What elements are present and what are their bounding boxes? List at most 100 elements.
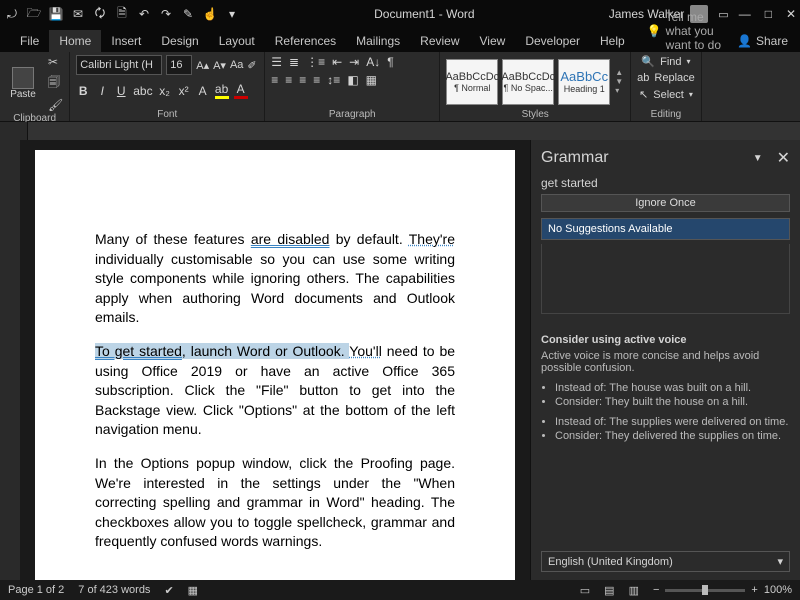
- zoom-level[interactable]: 100%: [764, 584, 792, 596]
- advice-section: Consider using active voice Active voice…: [541, 334, 790, 444]
- tab-review[interactable]: Review: [410, 30, 469, 52]
- strike-button[interactable]: abc: [133, 84, 152, 98]
- clear-format-icon[interactable]: ✐: [247, 59, 256, 72]
- tab-file[interactable]: File: [10, 30, 49, 52]
- ribbon: Paste ✂ 🗐 🖌 Clipboard A▴ A▾ Aa ✐ B I: [0, 52, 800, 122]
- tab-references[interactable]: References: [265, 30, 346, 52]
- font-color-icon[interactable]: A: [234, 82, 248, 99]
- share-button[interactable]: 👤Share: [725, 30, 800, 52]
- cut-icon[interactable]: ✂: [48, 55, 63, 69]
- horizontal-ruler[interactable]: [0, 122, 800, 140]
- multilevel-icon[interactable]: ⋮≡: [306, 55, 325, 69]
- view-print-icon[interactable]: ▤: [604, 584, 614, 597]
- superscript-button[interactable]: x²: [177, 84, 191, 98]
- paragraph-3[interactable]: In the Options popup window, click the P…: [95, 454, 455, 552]
- view-web-icon[interactable]: ▥: [629, 584, 639, 597]
- tab-design[interactable]: Design: [151, 30, 208, 52]
- styles-down-icon[interactable]: ▼: [615, 77, 623, 86]
- highlight-icon[interactable]: ab: [215, 82, 229, 99]
- dec-indent-icon[interactable]: ⇤: [332, 55, 342, 69]
- style-nospacing[interactable]: AaBbCcDc¶ No Spac...: [502, 59, 554, 105]
- borders-icon[interactable]: ▦: [366, 73, 377, 87]
- tab-help[interactable]: Help: [590, 30, 635, 52]
- spellcheck-icon[interactable]: ✔: [164, 584, 173, 597]
- touch-icon[interactable]: ☝: [202, 6, 218, 22]
- copy-icon[interactable]: 🗐: [48, 73, 63, 94]
- style-normal[interactable]: AaBbCcDc¶ Normal: [446, 59, 498, 105]
- styles-up-icon[interactable]: ▲: [615, 68, 623, 77]
- italic-button[interactable]: I: [95, 84, 109, 98]
- maximize-button[interactable]: □: [765, 7, 772, 21]
- no-suggestions-item[interactable]: No Suggestions Available: [541, 218, 790, 240]
- page[interactable]: Many of these features are disabled by d…: [35, 150, 515, 580]
- zoom-control[interactable]: − + 100%: [653, 584, 792, 596]
- show-marks-icon[interactable]: ¶: [387, 55, 393, 69]
- quickprint-icon[interactable]: 🗎: [114, 6, 130, 22]
- bullets-icon[interactable]: ☰: [271, 55, 282, 69]
- status-words[interactable]: 7 of 423 words: [78, 584, 150, 596]
- qat-dropdown-icon[interactable]: ▾: [224, 6, 240, 22]
- undo-icon[interactable]: ↶: [136, 6, 152, 22]
- tab-mailings[interactable]: Mailings: [346, 30, 410, 52]
- advice-ex2a: Instead of: The supplies were delivered …: [555, 416, 790, 428]
- bold-button[interactable]: B: [76, 84, 90, 98]
- grow-font-icon[interactable]: A▴: [196, 59, 209, 72]
- align-center-icon[interactable]: ≡: [285, 73, 292, 87]
- line-spacing-icon[interactable]: ↕≡: [327, 73, 340, 87]
- cursor-icon: ↖: [639, 88, 648, 101]
- tab-home[interactable]: Home: [49, 30, 101, 52]
- numbering-icon[interactable]: ≣: [289, 55, 299, 69]
- find-button[interactable]: 🔍Find▾: [641, 55, 690, 68]
- zoom-in-icon[interactable]: +: [751, 584, 757, 596]
- select-button[interactable]: ↖Select▾: [639, 88, 693, 101]
- format-painter-icon[interactable]: 🖌: [48, 98, 63, 112]
- inc-indent-icon[interactable]: ⇥: [349, 55, 359, 69]
- grammar-pane: Grammar ▼ ✕ get started Ignore Once No S…: [530, 140, 800, 580]
- style-heading1[interactable]: AaBbCcHeading 1: [558, 59, 610, 105]
- zoom-slider[interactable]: [665, 589, 745, 592]
- draw-icon[interactable]: ✎: [180, 6, 196, 22]
- redo-icon[interactable]: ↷: [158, 6, 174, 22]
- group-editing: 🔍Find▾ abReplace ↖Select▾ Editing: [631, 52, 702, 121]
- shrink-font-icon[interactable]: A▾: [213, 59, 226, 72]
- paste-button[interactable]: Paste: [6, 67, 40, 100]
- ignore-once-button[interactable]: Ignore Once: [541, 194, 790, 212]
- envelope-icon[interactable]: ✉: [70, 6, 86, 22]
- refresh-icon[interactable]: 🗘: [92, 6, 108, 22]
- save-icon[interactable]: 💾: [48, 6, 64, 22]
- replace-button[interactable]: abReplace: [637, 72, 695, 84]
- tab-developer[interactable]: Developer: [515, 30, 590, 52]
- align-right-icon[interactable]: ≡: [299, 73, 306, 87]
- justify-icon[interactable]: ≡: [313, 73, 320, 87]
- view-read-icon[interactable]: ▭: [580, 584, 590, 597]
- font-name-select[interactable]: [76, 55, 162, 75]
- paragraph-1[interactable]: Many of these features are disabled by d…: [95, 230, 455, 328]
- tab-layout[interactable]: Layout: [209, 30, 265, 52]
- open-icon[interactable]: 🗁: [26, 6, 42, 22]
- tell-me[interactable]: 💡Tell me what you want to do: [647, 10, 725, 52]
- tab-view[interactable]: View: [470, 30, 516, 52]
- minimize-button[interactable]: —: [739, 7, 751, 21]
- group-font: A▴ A▾ Aa ✐ B I U abc x₂ x² A ab A Font: [70, 52, 265, 121]
- shading-icon[interactable]: ◧: [347, 73, 358, 87]
- close-button[interactable]: ✕: [786, 7, 796, 21]
- macro-icon[interactable]: ▦: [188, 584, 198, 597]
- align-left-icon[interactable]: ≡: [271, 73, 278, 87]
- paragraph-2[interactable]: To get started, launch Word or Outlook. …: [95, 342, 455, 440]
- document-area[interactable]: Many of these features are disabled by d…: [20, 140, 530, 580]
- text-effects-icon[interactable]: A: [196, 84, 210, 98]
- font-size-select[interactable]: [166, 55, 192, 75]
- styles-more-icon[interactable]: ▾: [615, 86, 623, 95]
- sort-icon[interactable]: A↓: [366, 55, 380, 69]
- tab-insert[interactable]: Insert: [101, 30, 151, 52]
- change-case-icon[interactable]: Aa: [230, 59, 243, 71]
- autosave-icon[interactable]: ⤾: [4, 6, 20, 22]
- underline-button[interactable]: U: [114, 84, 128, 98]
- zoom-out-icon[interactable]: −: [653, 584, 659, 596]
- pane-close-icon[interactable]: ✕: [777, 148, 790, 168]
- language-selector[interactable]: English (United Kingdom)▾: [541, 551, 790, 572]
- subscript-button[interactable]: x₂: [158, 84, 172, 98]
- pane-options-icon[interactable]: ▼: [753, 153, 763, 164]
- vertical-ruler[interactable]: [0, 140, 20, 580]
- status-page[interactable]: Page 1 of 2: [8, 584, 64, 596]
